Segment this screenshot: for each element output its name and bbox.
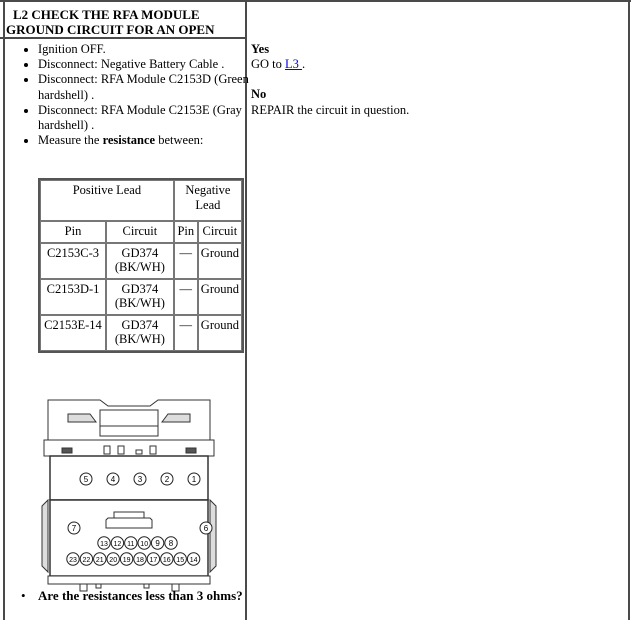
connector-pin-14: 14 — [186, 552, 201, 566]
connector-pin-9: 9 — [150, 536, 165, 550]
pin-label: 10 — [140, 541, 148, 548]
connector-pin-17: 17 — [146, 552, 161, 566]
positive-pin: C2153C-3 — [40, 242, 106, 279]
question-text: Are the resistances less than 3 ohms? — [38, 588, 243, 603]
connector-diagram: 5 4 3 2 17 613 12 11 10 9 823 22 21 20 19 18 17 16 15 14 — [41, 399, 217, 592]
instruction-item: Ignition OFF. — [38, 42, 263, 57]
positive-lead-header: Positive Lead — [40, 180, 174, 221]
connector-pin-10: 10 — [137, 536, 151, 550]
negative-circuit: Ground — [197, 242, 242, 279]
pin-label: 13 — [100, 541, 108, 548]
connector-pin-8: 8 — [164, 536, 178, 550]
connector-pin-23: 23 — [66, 552, 80, 566]
verification-question: Are the resistances less than 3 ohms? — [20, 588, 243, 604]
instruction-item: Disconnect: RFA Module C2153D (Green har… — [38, 72, 263, 102]
negative-circuit: Ground — [197, 314, 242, 351]
goto-l3-link[interactable]: L3 — [285, 57, 302, 71]
negative-pin: — — [173, 278, 198, 315]
column-header-pin: Pin — [173, 221, 198, 243]
pin-label: 6 — [204, 524, 209, 533]
positive-circuit: GD374 (BK/WH) — [106, 278, 174, 315]
group-header-row: Positive Lead Negative Lead — [40, 180, 242, 221]
connector-pin-3: 3 — [133, 472, 147, 486]
yes-suffix: . — [302, 57, 306, 72]
negative-pin: — — [173, 314, 198, 351]
pin-label: 2 — [165, 475, 170, 484]
negative-circuit: Ground — [197, 278, 242, 315]
positive-circuit: GD374 (BK/WH) — [106, 314, 174, 351]
connector-pin-11: 11 — [124, 536, 138, 550]
table-border-top — [0, 0, 631, 2]
pin-label: 21 — [96, 557, 104, 564]
pin-label: 20 — [109, 557, 117, 564]
column-header-row: Pin Circuit Pin Circuit — [40, 221, 242, 243]
instruction-emphasis: resistance — [102, 133, 156, 148]
connector-pin-1: 1 — [187, 472, 201, 486]
positive-pin: C2153D-1 — [40, 278, 106, 315]
pin-label: 17 — [150, 557, 158, 564]
instruction-list: Ignition OFF. Disconnect: Negative Batte… — [20, 42, 263, 148]
pin-label: 12 — [114, 541, 122, 548]
table-row: C2153E-14 GD374 (BK/WH) — Ground — [40, 314, 242, 351]
step-title: L2 CHECK THE RFA MODULE GROUND CIRCUIT F… — [6, 7, 242, 37]
column-header-circuit: Circuit — [106, 221, 174, 243]
connector-pin-12: 12 — [110, 536, 125, 550]
resistance-measurement-table: Positive Lead Negative Lead Pin Circuit … — [38, 178, 244, 353]
negative-pin: — — [173, 242, 198, 279]
connector-pin-6: 6 — [199, 521, 213, 535]
pin-label: 4 — [111, 475, 116, 484]
pin-label: 22 — [83, 557, 91, 564]
no-action: REPAIR the circuit in question. — [251, 102, 410, 117]
negative-lead-header: Negative Lead — [173, 180, 242, 221]
table-row: C2153D-1 GD374 (BK/WH) — Ground — [40, 278, 242, 315]
no-label: No — [251, 87, 267, 102]
table-border-left — [3, 0, 5, 620]
connector-pin-2: 2 — [160, 472, 174, 486]
connector-pin-18: 18 — [133, 552, 147, 566]
instruction-item: Measure the resistance between: — [38, 133, 263, 148]
instruction-prefix: Measure the — [38, 133, 103, 148]
yes-prefix: GO to — [251, 57, 286, 72]
connector-pin-19: 19 — [119, 552, 134, 566]
pin-label: 23 — [69, 557, 77, 564]
pin-label: 19 — [123, 557, 131, 564]
responses: Yes GO to L3 . No REPAIR the circuit in … — [251, 42, 409, 118]
pin-label: 3 — [138, 475, 143, 484]
connector-pin-16: 16 — [160, 552, 174, 566]
connector-pin-15: 15 — [173, 552, 187, 566]
pin-label: 7 — [72, 524, 77, 533]
title-row-divider — [0, 37, 247, 39]
pin-label: 14 — [190, 557, 198, 564]
pin-label: 9 — [155, 539, 160, 548]
instruction-item: Disconnect: Negative Battery Cable . — [38, 57, 263, 72]
connector-pin-7: 7 — [67, 521, 81, 535]
pin-label: 5 — [84, 475, 89, 484]
connector-pin-4: 4 — [106, 472, 120, 486]
pin-label: 8 — [169, 539, 174, 548]
positive-pin: C2153E-14 — [40, 314, 106, 351]
pin-label: 1 — [192, 475, 197, 484]
connector-pin-22: 22 — [79, 552, 94, 566]
connector-pin-20: 20 — [106, 552, 120, 566]
positive-circuit: GD374 (BK/WH) — [106, 242, 174, 279]
pin-label: 18 — [136, 557, 144, 564]
connector-pin-5: 5 — [79, 472, 93, 486]
table-border-right — [628, 0, 630, 620]
yes-label: Yes — [251, 42, 270, 56]
pin-label: 15 — [176, 557, 184, 564]
connector-pin-21: 21 — [93, 552, 107, 566]
column-header-circuit: Circuit — [197, 221, 242, 243]
pin-label: 11 — [127, 541, 134, 548]
table-row: C2153C-3 GD374 (BK/WH) — Ground — [40, 242, 242, 279]
connector-pin-13: 13 — [97, 536, 111, 550]
step-title-line2: GROUND CIRCUIT FOR AN OPEN — [6, 22, 215, 37]
pin-label: 16 — [163, 557, 171, 564]
instruction-suffix: between: — [155, 133, 204, 148]
column-header-pin: Pin — [40, 221, 106, 243]
instruction-item: Disconnect: RFA Module C2153E (Gray hard… — [38, 103, 263, 133]
step-title-line1: L2 CHECK THE RFA MODULE — [13, 7, 200, 22]
